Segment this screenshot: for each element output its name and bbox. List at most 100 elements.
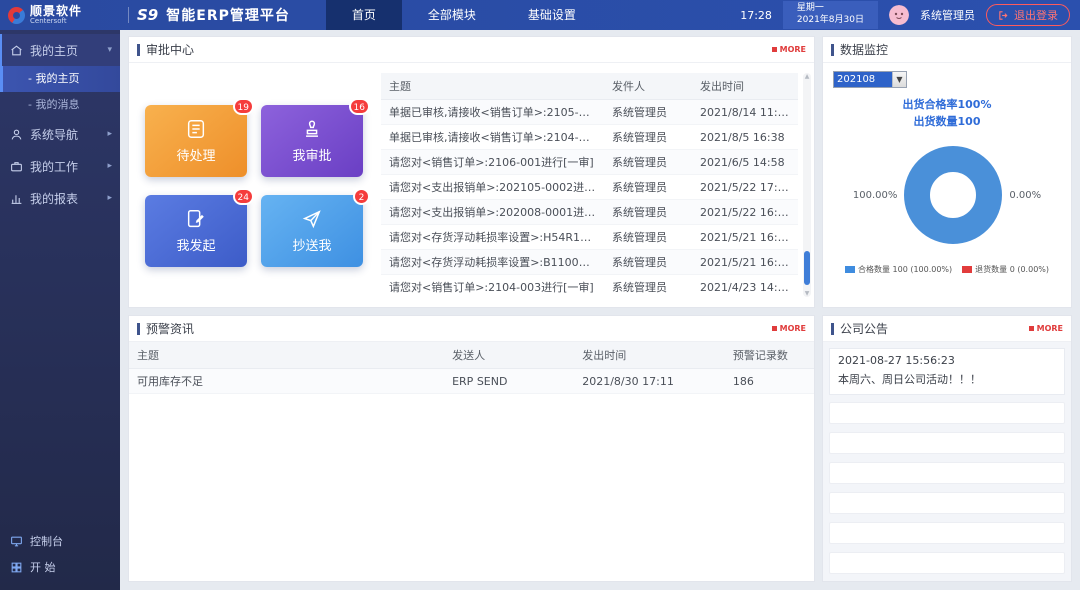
column-header-sender: 发件人 xyxy=(604,73,692,100)
sender-cell: 系统管理员 xyxy=(604,150,692,175)
console-button[interactable]: 控制台 xyxy=(0,528,120,554)
table-row[interactable]: 请您对<支出报销单>:202008-0001进行[审核] 系统管理员 2021/… xyxy=(381,200,798,225)
announcements-more-link[interactable]: MORE xyxy=(1029,324,1063,333)
sender-cell: 系统管理员 xyxy=(604,275,692,300)
app-title: 智能ERP管理平台 xyxy=(166,5,290,25)
start-button[interactable]: 开 始 xyxy=(0,554,120,580)
table-row[interactable]: 可用库存不足 ERP SEND 2021/8/30 17:11 186 xyxy=(129,369,814,394)
sidebar-item-my-home[interactable]: 我的主页 ▾ xyxy=(0,34,120,66)
more-icon xyxy=(1029,326,1034,331)
clock-time: 17:28 xyxy=(740,9,772,22)
subject-cell[interactable]: 请您对<销售订单>:2104-003进行[一审] xyxy=(381,275,604,300)
alerts-table: 主题 发送人 发出时间 预警记录数 可用库存不足 ERP SEND 20 xyxy=(129,342,814,581)
title-accent xyxy=(137,323,140,335)
subject-cell[interactable]: 请您对<销售订单>:2106-001进行[一审] xyxy=(381,150,604,175)
time-cell: 2021/5/21 16:13 xyxy=(692,250,798,275)
logo-icon xyxy=(8,7,25,24)
subject-cell[interactable]: 请您对<支出报销单>:202008-0001进行[审核] xyxy=(381,200,604,225)
user-avatar[interactable] xyxy=(889,5,909,25)
console-icon xyxy=(10,535,23,548)
column-header-time: 发出时间 xyxy=(692,73,798,100)
announcement-placeholder xyxy=(829,432,1065,454)
announcement-placeholder xyxy=(829,462,1065,484)
sender-cell: 系统管理员 xyxy=(604,225,692,250)
scroll-down-icon[interactable]: ▼ xyxy=(803,290,811,297)
sender-cell: 系统管理员 xyxy=(604,250,692,275)
badge-count: 24 xyxy=(233,188,254,205)
count-cell: 186 xyxy=(725,369,814,394)
pending-tasks-icon xyxy=(185,118,207,140)
donut-right-label: 0.00% xyxy=(1009,190,1041,201)
panel-title: 公司公告 xyxy=(840,320,888,337)
logo-subname: Centersoft xyxy=(30,18,82,25)
announcement-list: 2021-08-27 15:56:23 本周六、周日公司活动！！！ xyxy=(829,348,1065,395)
sidebar-item-my-work[interactable]: 我的工作 ▸ xyxy=(0,150,120,182)
column-header-count: 预警记录数 xyxy=(725,342,814,369)
panel-title: 数据监控 xyxy=(840,41,888,58)
time-cell: 2021/6/5 14:58 xyxy=(692,150,798,175)
stamp-icon xyxy=(301,118,323,140)
table-row[interactable]: 请您对<存货浮动耗损率设置>:H54R1S006002进行[审核] 系统管理员 … xyxy=(381,225,798,250)
sidebar-subitem-my-home[interactable]: 我的主页 xyxy=(0,66,120,92)
subject-cell[interactable]: 请您对<存货浮动耗损率设置>:B11000001进行[审核] xyxy=(381,250,604,275)
subject-cell[interactable]: 请您对<支出报销单>:202105-0002进行[审核] xyxy=(381,175,604,200)
more-icon xyxy=(772,326,777,331)
scrollbar-vertical[interactable]: ▲ ▼ xyxy=(803,73,811,297)
table-row[interactable]: 请您对<支出报销单>:202105-0002进行[审核] 系统管理员 2021/… xyxy=(381,175,798,200)
logout-icon xyxy=(998,10,1009,21)
tile-initiated-by-me[interactable]: 24 我发起 xyxy=(145,195,247,267)
announcement-placeholder xyxy=(829,552,1065,574)
table-row[interactable]: 请您对<销售订单>:2106-001进行[一审] 系统管理员 2021/6/5 … xyxy=(381,150,798,175)
approval-table: 主题 发件人 发出时间 单据已审核,请接收<销售订单>:2105-001 系统管… xyxy=(381,73,810,299)
chevron-down-icon[interactable]: ▼ xyxy=(892,72,906,87)
approval-tiles: 19 待处理 16 我审批 24 xyxy=(145,73,363,299)
logo-name: 顺景软件 xyxy=(30,5,82,18)
subject-cell[interactable]: 单据已审核,请接收<销售订单>:2105-001 xyxy=(381,100,604,125)
alerts-more-link[interactable]: MORE xyxy=(772,324,806,333)
legend-swatch-pass xyxy=(845,266,855,273)
nav-base-settings[interactable]: 基础设置 xyxy=(502,0,602,30)
paper-plane-icon xyxy=(301,208,323,230)
announcement-text: 本周六、周日公司活动！！！ xyxy=(838,371,1056,387)
table-row[interactable]: 请您对<销售订单>:2104-003进行[一审] 系统管理员 2021/4/23… xyxy=(381,275,798,300)
table-row[interactable]: 单据已审核,请接收<销售订单>:2105-001 系统管理员 2021/8/14… xyxy=(381,100,798,125)
sender-cell: 系统管理员 xyxy=(604,100,692,125)
sidebar-subitem-my-messages[interactable]: 我的消息 xyxy=(0,92,120,118)
period-select[interactable]: 202108 ▼ xyxy=(833,71,907,88)
alerts-panel: 预警资讯 MORE 主题 发送人 发出时间 预警记录数 xyxy=(128,315,815,582)
title-accent xyxy=(831,323,834,335)
announcement-item[interactable]: 2021-08-27 15:56:23 本周六、周日公司活动！！！ xyxy=(829,348,1065,395)
top-nav: 首页 全部模块 基础设置 xyxy=(326,0,602,30)
subject-cell[interactable]: 请您对<存货浮动耗损率设置>:H54R1S006002进行[审核] xyxy=(381,225,604,250)
column-header-subject: 主题 xyxy=(129,342,444,369)
subject-cell[interactable]: 单据已审核,请接收<销售订单>:2104-002 xyxy=(381,125,604,150)
tile-cc-to-me[interactable]: 2 抄送我 xyxy=(261,195,363,267)
subject-cell[interactable]: 可用库存不足 xyxy=(129,369,444,394)
time-cell: 2021/5/22 16:39 xyxy=(692,200,798,225)
data-monitor-panel: 数据监控 202108 ▼ 出货合格率100% 出货数量100 100.00% … xyxy=(822,36,1072,308)
scroll-up-icon[interactable]: ▲ xyxy=(803,73,811,80)
chevron-right-icon: ▸ xyxy=(107,161,112,171)
sidebar: 我的主页 ▾ 我的主页 我的消息 系统导航 ▸ 我的工作 ▸ 我的报表 ▸ xyxy=(0,30,120,590)
table-row[interactable]: 单据已审核,请接收<销售订单>:2104-002 系统管理员 2021/8/5 … xyxy=(381,125,798,150)
nav-home[interactable]: 首页 xyxy=(326,0,402,30)
nav-all-modules[interactable]: 全部模块 xyxy=(402,0,502,30)
title-accent xyxy=(831,44,834,56)
tile-my-approvals[interactable]: 16 我审批 xyxy=(261,105,363,177)
username-label: 系统管理员 xyxy=(920,7,975,23)
legend-swatch-return xyxy=(962,266,972,273)
tile-pending[interactable]: 19 待处理 xyxy=(145,105,247,177)
scrollbar-thumb[interactable] xyxy=(804,251,810,285)
sidebar-item-system-nav[interactable]: 系统导航 ▸ xyxy=(0,118,120,150)
panel-title: 审批中心 xyxy=(146,41,194,58)
sender-cell: ERP SEND xyxy=(444,369,574,394)
logout-button[interactable]: 退出登录 xyxy=(986,4,1070,26)
badge-count: 2 xyxy=(353,188,370,205)
table-row[interactable]: 请您对<存货浮动耗损率设置>:B11000001进行[审核] 系统管理员 202… xyxy=(381,250,798,275)
approval-more-link[interactable]: MORE xyxy=(772,45,806,54)
alerts-table-body: 可用库存不足 ERP SEND 2021/8/30 17:11 186 xyxy=(129,369,814,394)
badge-count: 19 xyxy=(233,98,254,115)
sidebar-item-my-reports[interactable]: 我的报表 ▸ xyxy=(0,182,120,214)
more-icon xyxy=(772,47,777,52)
top-header: 顺景软件 Centersoft S9 智能ERP管理平台 首页 全部模块 基础设… xyxy=(0,0,1080,30)
